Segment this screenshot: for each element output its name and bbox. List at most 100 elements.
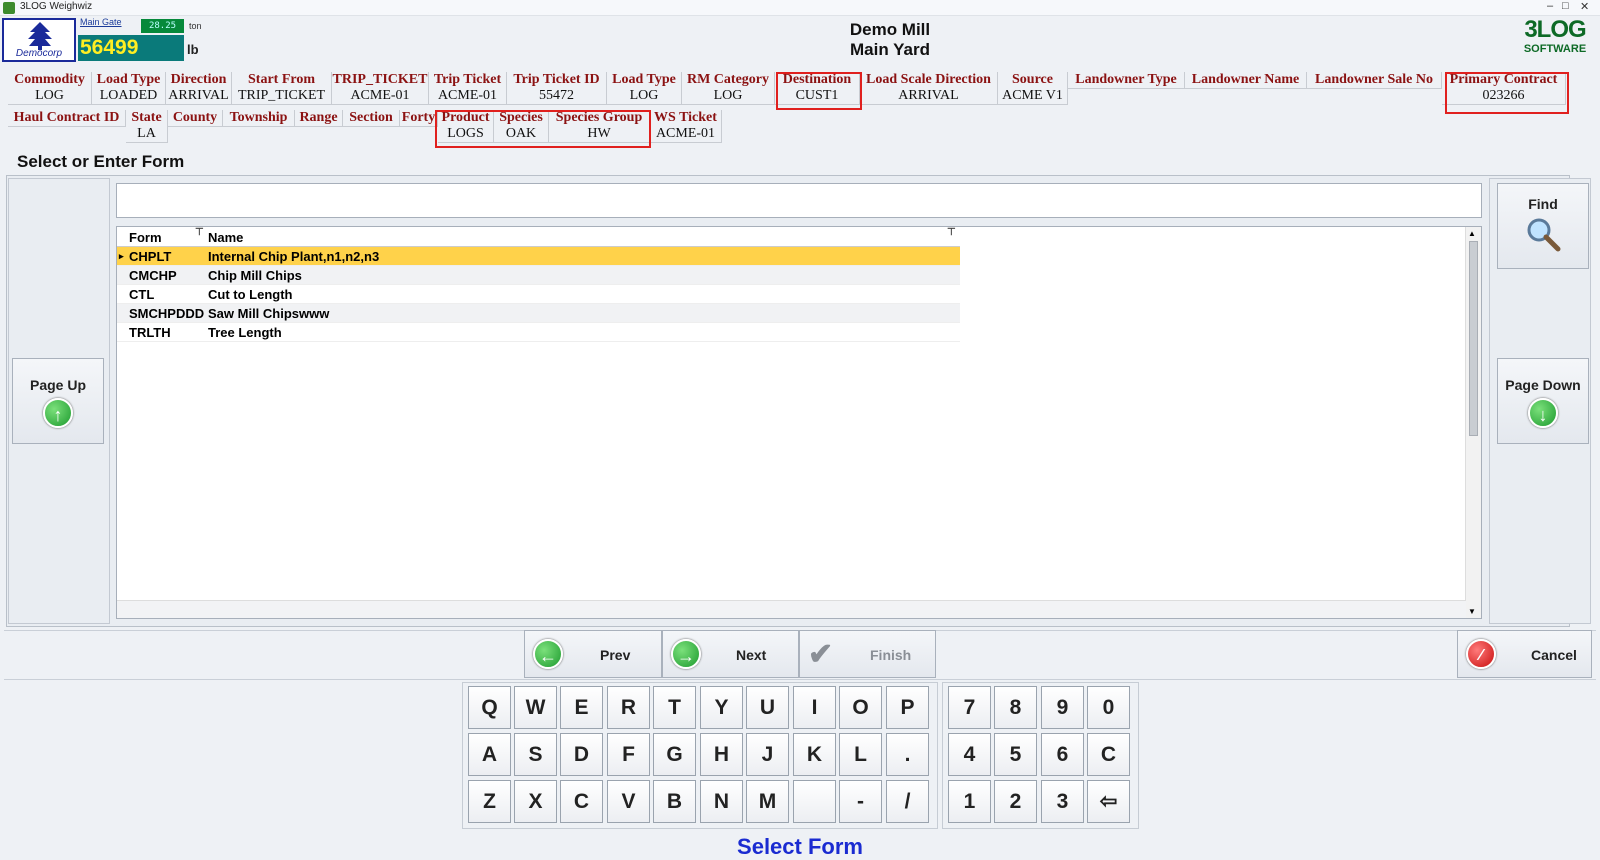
key-6[interactable]: 6: [1041, 733, 1084, 776]
minimize-button[interactable]: –: [1547, 0, 1553, 12]
info-cell-haul-contract-id: Haul Contract ID: [8, 110, 126, 127]
magnifier-icon: [1527, 218, 1561, 252]
key-c[interactable]: C: [560, 780, 603, 823]
key-slash[interactable]: /: [886, 780, 929, 823]
table-row[interactable]: SMCHPDDD Saw Mill Chipswww: [117, 304, 960, 323]
key-j[interactable]: J: [746, 733, 789, 776]
key-z[interactable]: Z: [468, 780, 511, 823]
cancel-button[interactable]: ⁄ Cancel: [1457, 630, 1592, 678]
window-title: 3LOG Weighwiz: [20, 1, 93, 12]
key-i[interactable]: I: [793, 686, 836, 729]
key-r[interactable]: R: [607, 686, 650, 729]
key-o[interactable]: O: [839, 686, 882, 729]
info-cell-township: Township: [223, 110, 295, 127]
scroll-up-arrow-icon[interactable]: ▲: [1468, 229, 1476, 238]
key-d[interactable]: D: [560, 733, 603, 776]
key-7[interactable]: 7: [948, 686, 991, 729]
key-clear[interactable]: C: [1087, 733, 1130, 776]
arrow-up-icon: ↑: [43, 398, 73, 428]
key-v[interactable]: V: [607, 780, 650, 823]
info-cell-rm-category: RM Category LOG: [682, 72, 775, 105]
key-8[interactable]: 8: [994, 686, 1037, 729]
mill-name: Demo Mill: [849, 20, 931, 39]
info-cell-load-scale-direction: Load Scale Direction ARRIVAL: [860, 72, 998, 105]
key-2[interactable]: 2: [994, 780, 1037, 823]
info-cell-trip-ticket: Trip Ticket ACME-01: [429, 72, 507, 105]
table-row[interactable]: ▸ CHPLT Internal Chip Plant,n1,n2,n3: [117, 247, 960, 266]
key-y[interactable]: Y: [700, 686, 743, 729]
cell-name: Internal Chip Plant,n1,n2,n3: [208, 249, 380, 264]
arrow-right-icon: →: [671, 639, 701, 669]
scrollbar-thumb[interactable]: [1469, 241, 1478, 436]
key-k[interactable]: K: [793, 733, 836, 776]
key-9[interactable]: 9: [1041, 686, 1084, 729]
product-species-highlight: [435, 110, 651, 148]
key-g[interactable]: G: [653, 733, 696, 776]
filter-icon[interactable]: ⊤: [947, 227, 956, 238]
info-cell-load-type-2: Load Type LOG: [607, 72, 682, 105]
scale-reading-small: 28.25: [141, 19, 184, 33]
key-n[interactable]: N: [700, 780, 743, 823]
vertical-scrollbar[interactable]: ▲ ▼: [1465, 227, 1481, 618]
key-h[interactable]: H: [700, 733, 743, 776]
info-cell-start-from: Start From TRIP_TICKET: [232, 72, 332, 105]
column-header-form[interactable]: Form: [129, 230, 162, 245]
key-a[interactable]: A: [468, 733, 511, 776]
key-s[interactable]: S: [514, 733, 557, 776]
brand-line2: SOFTWARE: [1523, 43, 1587, 55]
table-row[interactable]: TRLTH Tree Length: [117, 323, 960, 342]
form-search-input[interactable]: [116, 183, 1482, 218]
key-q[interactable]: Q: [468, 686, 511, 729]
cell-form: CMCHP: [129, 268, 177, 283]
key-4[interactable]: 4: [948, 733, 991, 776]
key-m[interactable]: M: [746, 780, 789, 823]
info-cell-county: County: [168, 110, 223, 127]
key-f[interactable]: F: [607, 733, 650, 776]
gate-selector[interactable]: Main Gate: [80, 17, 122, 27]
prev-button[interactable]: ← Prev: [524, 630, 662, 678]
scroll-down-arrow-icon[interactable]: ▼: [1468, 607, 1476, 616]
key-p[interactable]: P: [886, 686, 929, 729]
info-cell-ws-ticket: WS Ticket ACME-01: [650, 110, 722, 143]
key-w[interactable]: W: [514, 686, 557, 729]
key-period[interactable]: .: [886, 733, 929, 776]
column-header-name[interactable]: Name: [208, 230, 243, 245]
app-icon: [3, 2, 15, 14]
company-logo: Democorp: [2, 18, 76, 62]
find-button[interactable]: Find: [1497, 183, 1589, 269]
maximize-button[interactable]: □: [1562, 0, 1569, 12]
next-button[interactable]: → Next: [662, 630, 799, 678]
key-b[interactable]: B: [653, 780, 696, 823]
key-0[interactable]: 0: [1087, 686, 1130, 729]
filter-icon[interactable]: ⊤: [195, 227, 204, 238]
key-5[interactable]: 5: [994, 733, 1037, 776]
key-dash[interactable]: -: [839, 780, 882, 823]
key-space[interactable]: [793, 780, 836, 823]
key-u[interactable]: U: [746, 686, 789, 729]
key-t[interactable]: T: [653, 686, 696, 729]
info-cell-trip-ticket-type: TRIP_TICKET ACME-01: [332, 72, 429, 105]
key-backspace[interactable]: ⇦: [1087, 780, 1130, 823]
close-button[interactable]: ✕: [1580, 0, 1589, 13]
next-label: Next: [736, 647, 767, 663]
brand-line1: 3LOG: [1524, 16, 1586, 43]
key-3[interactable]: 3: [1041, 780, 1084, 823]
horizontal-scrollbar[interactable]: [117, 600, 1466, 618]
info-cell-landowner-name: Landowner Name: [1185, 72, 1307, 89]
page-down-button[interactable]: Page Down ↓: [1497, 358, 1589, 444]
key-l[interactable]: L: [839, 733, 882, 776]
form-grid[interactable]: Form ⊤ Name ⊤ ▸ CHPLT Internal Chip Plan…: [116, 226, 1482, 619]
key-x[interactable]: X: [514, 780, 557, 823]
page-up-button[interactable]: Page Up ↑: [12, 358, 104, 444]
unit-lb-label: lb: [187, 42, 199, 57]
key-e[interactable]: E: [560, 686, 603, 729]
checkmark-icon: ✔: [808, 638, 834, 671]
table-row[interactable]: CMCHP Chip Mill Chips: [117, 266, 960, 285]
info-cell-source: Source ACME V1: [998, 72, 1068, 105]
primary-contract-highlight: [1445, 72, 1569, 114]
cell-form: TRLTH: [129, 325, 171, 340]
prev-label: Prev: [600, 647, 631, 663]
key-1[interactable]: 1: [948, 780, 991, 823]
table-row[interactable]: CTL Cut to Length: [117, 285, 960, 304]
finish-button[interactable]: ✔ Finish: [799, 630, 936, 678]
